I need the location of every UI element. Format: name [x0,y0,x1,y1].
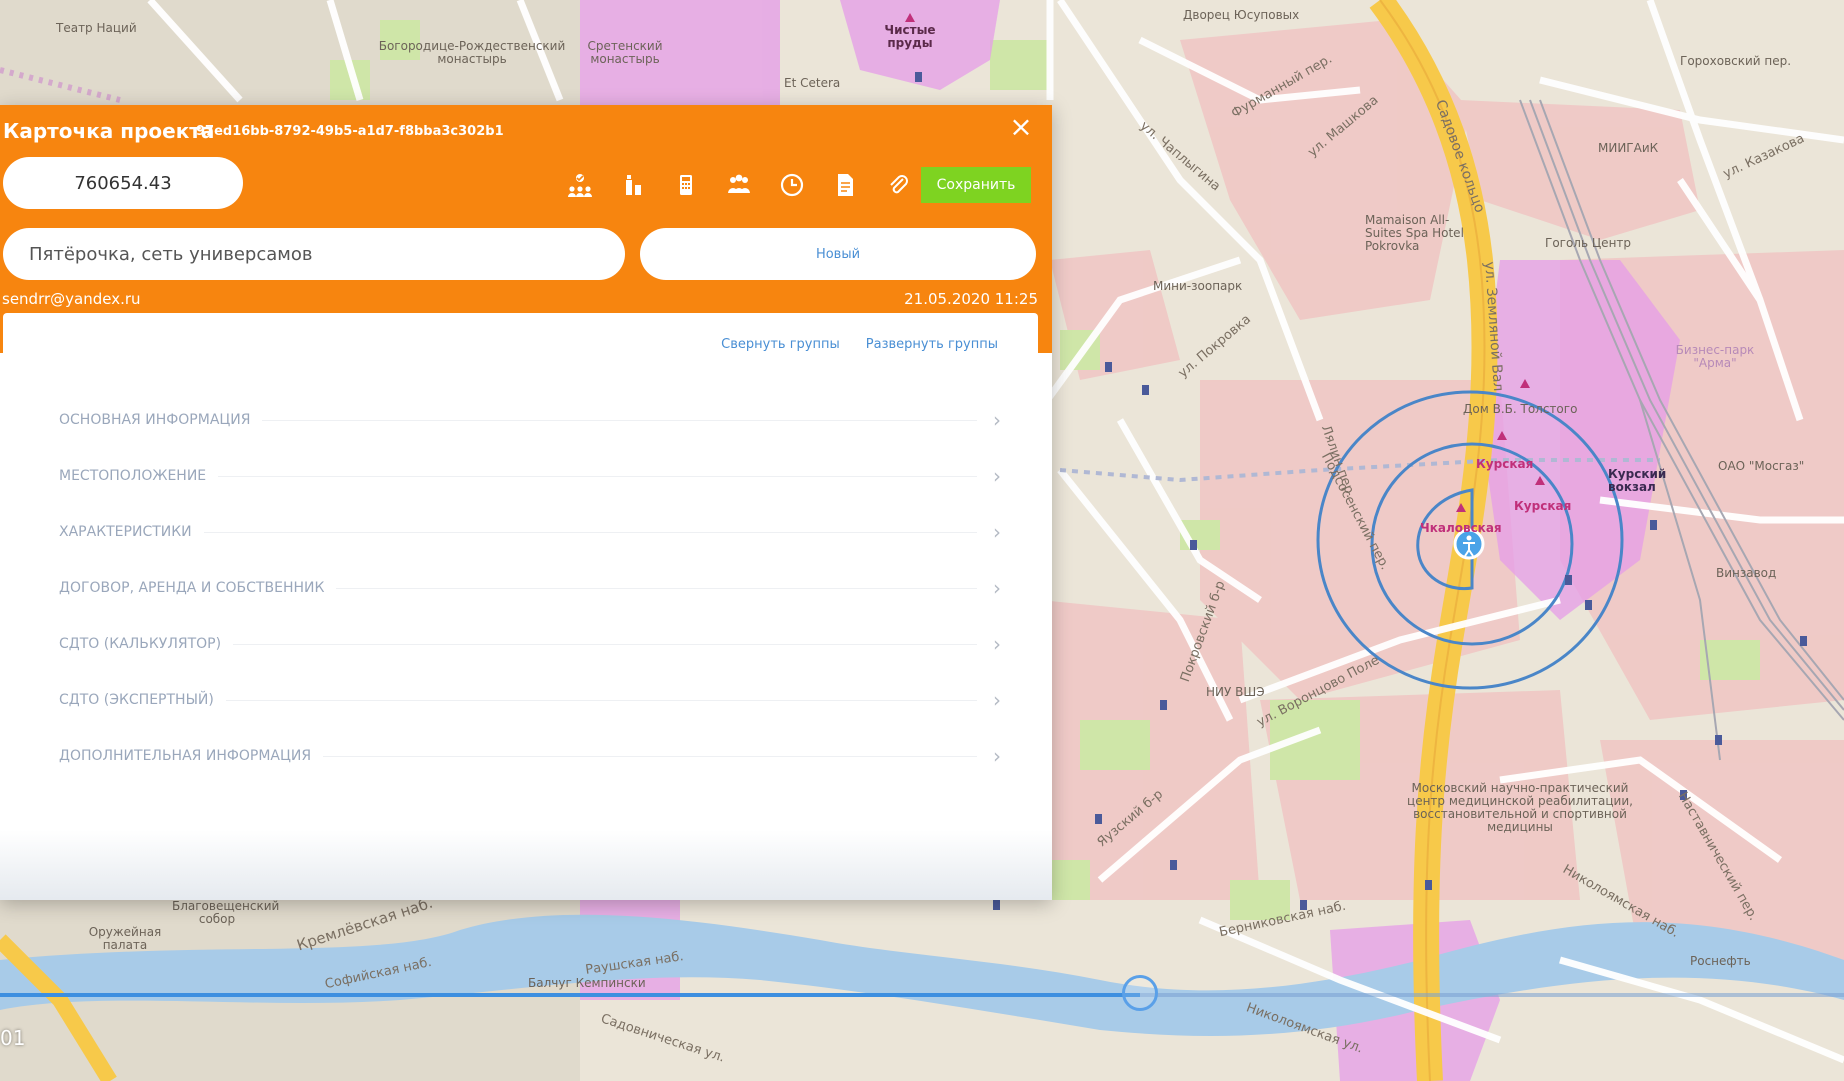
group-button[interactable] [712,167,765,203]
attach-button[interactable] [871,167,924,203]
map-label-chkalovskaya: Чкаловская [1420,521,1502,535]
chevron-right-icon: › [993,744,1001,768]
map-label-mini-zoo: Мини-зоопарк [1153,279,1243,293]
map-label-teatr: Театр Наций [56,21,137,35]
map-label-mamaison: Mamaison All-Suites Spa Hotel Pokrovka [1365,213,1464,253]
section-divider [262,419,977,421]
map-label-kursk-station: Курский вокзал [1608,467,1667,494]
chevron-right-icon: › [993,576,1001,600]
chevron-right-icon: › [993,688,1001,712]
section-divider [218,475,977,477]
value-field[interactable] [3,157,243,209]
map-label-rosneft: Роснефть [1690,954,1751,968]
clock-icon [780,173,803,197]
section-contract[interactable]: ДОГОВОР, АРЕНДА И СОБСТВЕННИК › [59,573,1007,603]
map-label-balchug: Балчуг Кемпински [528,976,646,990]
timeline-progress [0,993,1140,997]
timeline-scrubber[interactable] [1121,975,1158,1011]
map-label-oruzheynaya: Оружейная палата [88,925,162,952]
section-label: ДОГОВОР, АРЕНДА И СОБСТВЕННИК [59,580,325,596]
project-name-field[interactable] [3,228,625,280]
card-toolbar [553,167,924,203]
section-additional-info[interactable]: ДОПОЛНИТЕЛЬНАЯ ИНФОРМАЦИЯ › [59,741,1007,771]
section-label: ХАРАКТЕРИСТИКИ [59,524,192,540]
map-label-mosgaz: ОАО "Мосгаз" [1718,459,1805,473]
map-label-migaik: МИИГАиК [1598,141,1659,155]
map-label-gogol: Гоголь Центр [1545,236,1632,250]
expand-groups-link[interactable]: Развернуть группы [866,337,998,352]
chevron-right-icon: › [993,632,1001,656]
calculator-button[interactable] [659,167,712,203]
section-characteristics[interactable]: ХАРАКТЕРИСТИКИ › [59,517,1007,547]
map-label-bogorod: Богородице-Рождественский монастырь [378,39,566,66]
section-sdto-calculator[interactable]: СДТО (КАЛЬКУЛЯТОР) › [59,629,1007,659]
map-label-rehab: Московский научно-практический центр мед… [1407,781,1633,834]
map-label-kurskaya1: Курская [1476,457,1534,471]
status-value: Новый [815,246,861,262]
map-label-sreten: Сретенский монастырь [587,39,663,66]
section-divider [225,699,977,701]
card-title: Карточка проекта [3,119,215,143]
save-button[interactable]: Сохранить [921,167,1031,203]
group-controls: Свернуть группы Развернуть группы [721,337,998,352]
people-check-icon [567,174,592,197]
map-label-niu-vshe: НИУ ВШЭ [1206,685,1265,699]
document-icon [837,174,853,196]
video-time: 01 [0,1026,26,1050]
people-check-button[interactable] [553,167,606,203]
chevron-right-icon: › [993,464,1001,488]
group-icon [727,174,750,193]
section-divider [203,531,977,533]
calculator-icon [679,175,692,195]
video-timeline[interactable] [0,975,1844,1011]
close-icon: × [1009,110,1033,143]
created-date: 21.05.2020 11:25 [904,290,1038,308]
section-label: ОСНОВНАЯ ИНФОРМАЦИЯ [59,412,251,428]
section-divider [336,587,977,589]
section-label: СДТО (КАЛЬКУЛЯТОР) [59,636,222,652]
map-label-etcetera: Et Cetera [784,76,841,90]
section-sdto-expert[interactable]: СДТО (ЭКСПЕРТНЫЙ) › [59,685,1007,715]
bottle-icon [625,175,641,195]
author-email: sendrr@yandex.ru [2,290,141,308]
map-label-vinzavod: Винзавод [1716,566,1777,580]
chevron-right-icon: › [993,408,1001,432]
project-card-body: Свернуть группы Развернуть группы ОСНОВН… [3,313,1038,900]
card-id: 97ed16bb-8792-49b5-a1d7-f8bba3c302b1 [196,124,504,139]
chevron-right-icon: › [993,520,1001,544]
section-main-info[interactable]: ОСНОВНАЯ ИНФОРМАЦИЯ › [59,405,1007,435]
section-label: МЕСТОПОЛОЖЕНИЕ [59,468,207,484]
project-card: Карточка проекта 97ed16bb-8792-49b5-a1d7… [0,105,1052,900]
clock-button[interactable] [765,167,818,203]
status-selector[interactable]: Новый [640,228,1036,280]
document-button[interactable] [818,167,871,203]
section-location[interactable]: МЕСТОПОЛОЖЕНИЕ › [59,461,1007,491]
map-label-tolstoy: Дом В.Б. Толстого [1463,402,1578,416]
map-label-blagoveshchensky: Благовещенский собор [172,899,280,926]
map-label-dvorets: Дворец Юсуповых [1183,8,1300,22]
collapse-groups-link[interactable]: Свернуть группы [721,337,840,352]
section-divider [323,755,977,757]
section-label: ДОПОЛНИТЕЛЬНАЯ ИНФОРМАЦИЯ [59,748,312,764]
section-label: СДТО (ЭКСПЕРТНЫЙ) [59,692,214,708]
section-divider [233,643,977,645]
bottle-button[interactable] [606,167,659,203]
map-label-arma: Бизнес-парк "Арма" [1675,343,1755,370]
map-label-chistye: Чистые пруды [884,23,936,50]
paperclip-icon [889,175,908,194]
card-bottom-fade [0,830,1052,900]
map-label-gorohovsky: Гороховский пер. [1680,54,1792,68]
close-button[interactable]: × [1009,113,1033,141]
map-label-kurskaya2: Курская [1514,499,1572,513]
